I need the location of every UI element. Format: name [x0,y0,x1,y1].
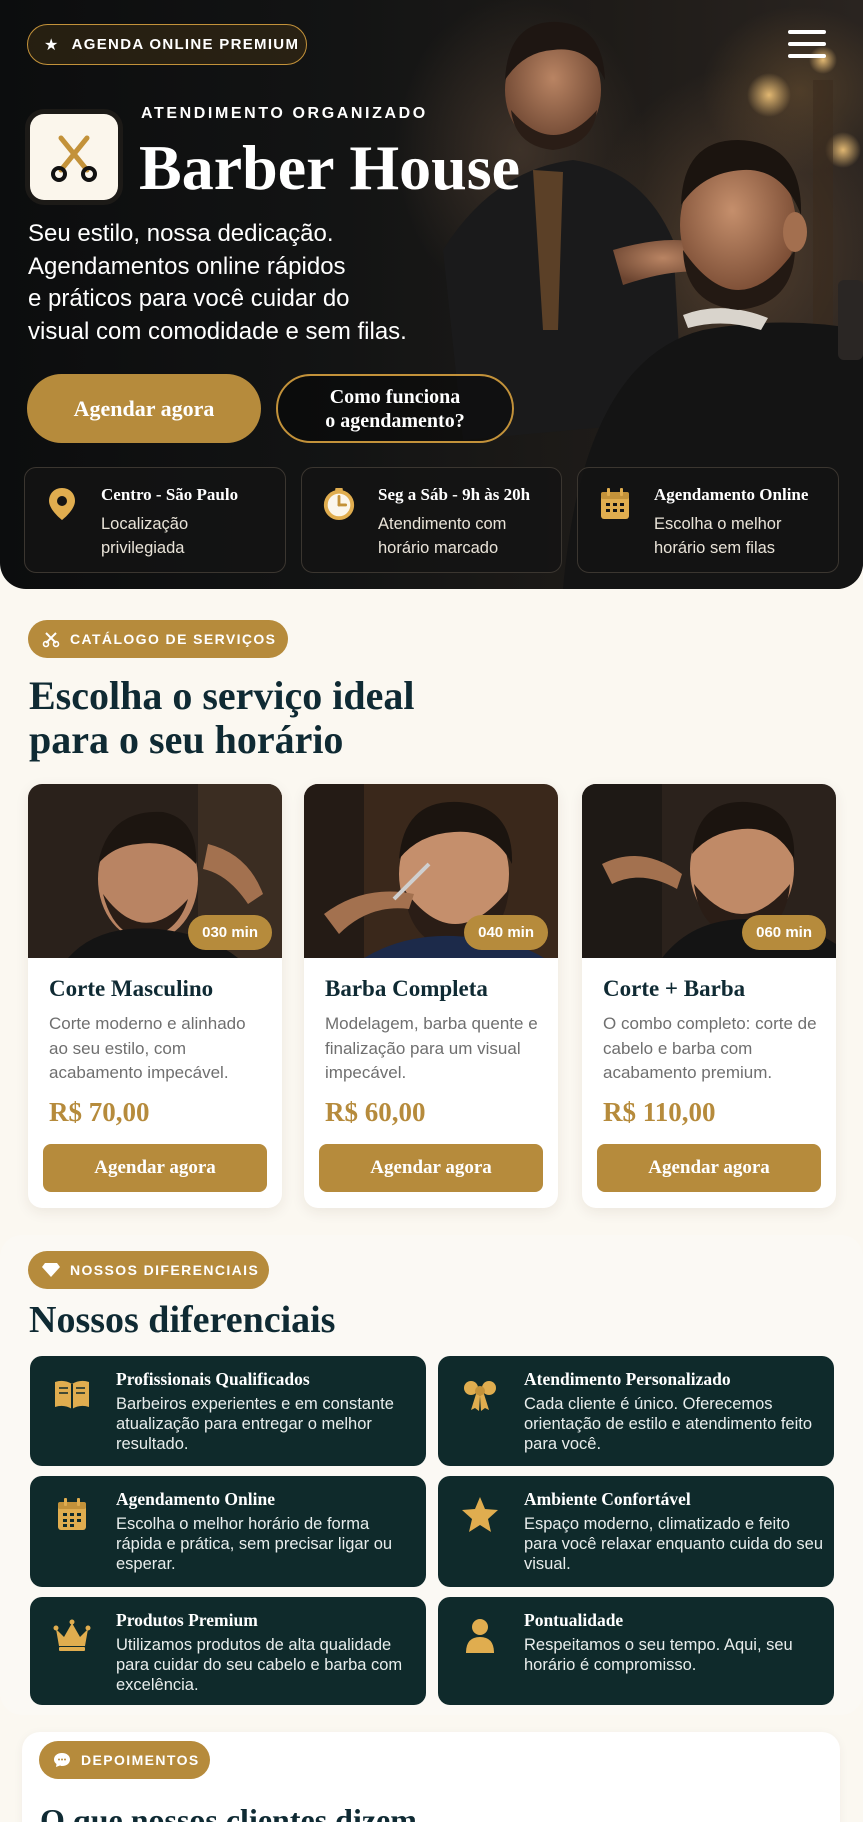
differential-card: Pontualidade Respeitamos o seu tempo. Aq… [438,1597,834,1705]
testimonials-pill-label: DEPOIMENTOS [81,1752,200,1768]
info-subtitle: Localização privilegiada [101,515,189,557]
differential-card: Atendimento Personalizado Cada cliente é… [438,1356,834,1466]
info-title: Seg a Sáb - 9h às 20h [378,485,531,504]
differentials-section: NOSSOS DIFERENCIAIS Nossos diferenciais … [0,1235,863,1715]
location-pin-icon [49,488,75,520]
hamburger-menu-button[interactable] [788,30,826,60]
service-card: 060 min Corte + Barba O combo completo: … [582,784,836,1208]
premium-badge-label: AGENDA ONLINE PREMIUM [71,36,300,53]
premium-badge: ★ AGENDA ONLINE PREMIUM [27,24,307,65]
differential-title: Agendamento Online [116,1489,275,1509]
book-now-button[interactable]: Agendar agora [27,374,261,443]
brand-title: Barber House [139,132,521,203]
book-icon [55,1380,89,1409]
service-description: Corte moderno e alinhado ao seu estilo, … [49,1014,246,1082]
differential-card: Agendamento Online Escolha o melhor horá… [30,1476,426,1587]
info-subtitle: Atendimento com horário marcado [378,515,507,557]
calendar-icon [58,1498,86,1530]
testimonials-pill: DEPOIMENTOS [39,1741,210,1779]
info-title: Agendamento Online [654,485,809,504]
catalog-pill: CATÁLOGO DE SERVIÇOS [28,620,288,658]
service-name: Corte Masculino [49,976,214,1001]
catalog-title: Escolha o serviço ideal para o seu horár… [29,673,415,762]
service-price: R$ 110,00 [603,1097,716,1127]
differential-text: Barbeiros experientes e em constante atu… [116,1395,394,1453]
crown-icon [53,1619,91,1651]
differential-title: Atendimento Personalizado [524,1369,731,1389]
info-card-hours: Seg a Sáb - 9h às 20h Atendimento com ho… [301,467,562,573]
testimonials-section: DEPOIMENTOS O que nossos clientes dizem [22,1732,840,1822]
differentials-title: Nossos diferenciais [29,1299,336,1341]
chat-bubble-icon [54,1753,70,1767]
brand-logo [30,114,118,200]
scissors-icon [51,135,97,182]
service-card: 040 min Barba Completa Modelagem, barba … [304,784,558,1208]
differential-title: Pontualidade [524,1610,624,1630]
differential-text: Escolha o melhor horário de forma rápida… [116,1515,393,1573]
testimonials-title: O que nossos clientes dizem [40,1802,417,1822]
differential-text: Respeitamos o seu tempo. Aqui, seu horár… [524,1636,793,1674]
hero-eyebrow: ATENDIMENTO ORGANIZADO [141,105,428,122]
diamond-icon [42,1263,60,1277]
book-service-button[interactable]: Agendar agora [597,1144,821,1192]
differentials-pill: NOSSOS DIFERENCIAIS [28,1251,269,1289]
info-title: Centro - São Paulo [101,485,239,504]
menu-line [788,54,826,58]
info-card-online: Agendamento Online Escolha o melhor horá… [577,467,839,573]
hero-description: Seu estilo, nossa dedicação. Agendamento… [28,220,407,345]
differential-card: Profissionais Qualificados Barbeiros exp… [30,1356,426,1466]
differential-text: Utilizamos produtos de alta qualidade pa… [116,1636,403,1694]
info-card-location: Centro - São Paulo Localização privilegi… [24,467,286,573]
duration-badge: 040 min [464,915,548,950]
duration-badge: 030 min [188,915,272,950]
differential-text: Cada cliente é único. Oferecemos orienta… [524,1395,813,1453]
how-it-works-button[interactable]: Como funciona o agendamento? [276,374,514,443]
catalog-pill-label: CATÁLOGO DE SERVIÇOS [70,631,277,647]
ribbon-icon [464,1381,496,1411]
book-service-button[interactable]: Agendar agora [43,1144,267,1192]
star-icon: ★ [44,36,60,54]
differentials-pill-label: NOSSOS DIFERENCIAIS [70,1262,260,1278]
duration-badge: 060 min [742,915,826,950]
differential-text: Espaço moderno, climatizado e feito para… [524,1515,824,1573]
star-icon [462,1497,498,1532]
hero-section: ★ AGENDA ONLINE PREMIUM ATENDIMENTO ORGA… [0,0,863,589]
person-icon [466,1619,494,1653]
scissors-icon [42,632,60,648]
calendar-icon [601,488,629,519]
book-service-button[interactable]: Agendar agora [319,1144,543,1192]
differential-card: Ambiente Confortável Espaço moderno, cli… [438,1476,834,1587]
service-name: Corte + Barba [603,976,746,1001]
service-name: Barba Completa [325,976,488,1001]
menu-line [788,42,826,46]
differential-title: Profissionais Qualificados [116,1369,310,1389]
service-description: Modelagem, barba quente e finalização pa… [325,1014,538,1082]
differential-title: Produtos Premium [116,1610,258,1630]
service-description: O combo completo: corte de cabelo e barb… [603,1014,817,1082]
clock-icon [323,487,355,521]
menu-line [788,30,826,34]
differential-card: Produtos Premium Utilizamos produtos de … [30,1597,426,1705]
service-card: 030 min Corte Masculino Corte moderno e … [28,784,282,1208]
info-subtitle: Escolha o melhor horário sem filas [654,515,782,557]
differential-title: Ambiente Confortável [524,1489,691,1509]
service-price: R$ 70,00 [49,1097,150,1127]
service-price: R$ 60,00 [325,1097,426,1127]
